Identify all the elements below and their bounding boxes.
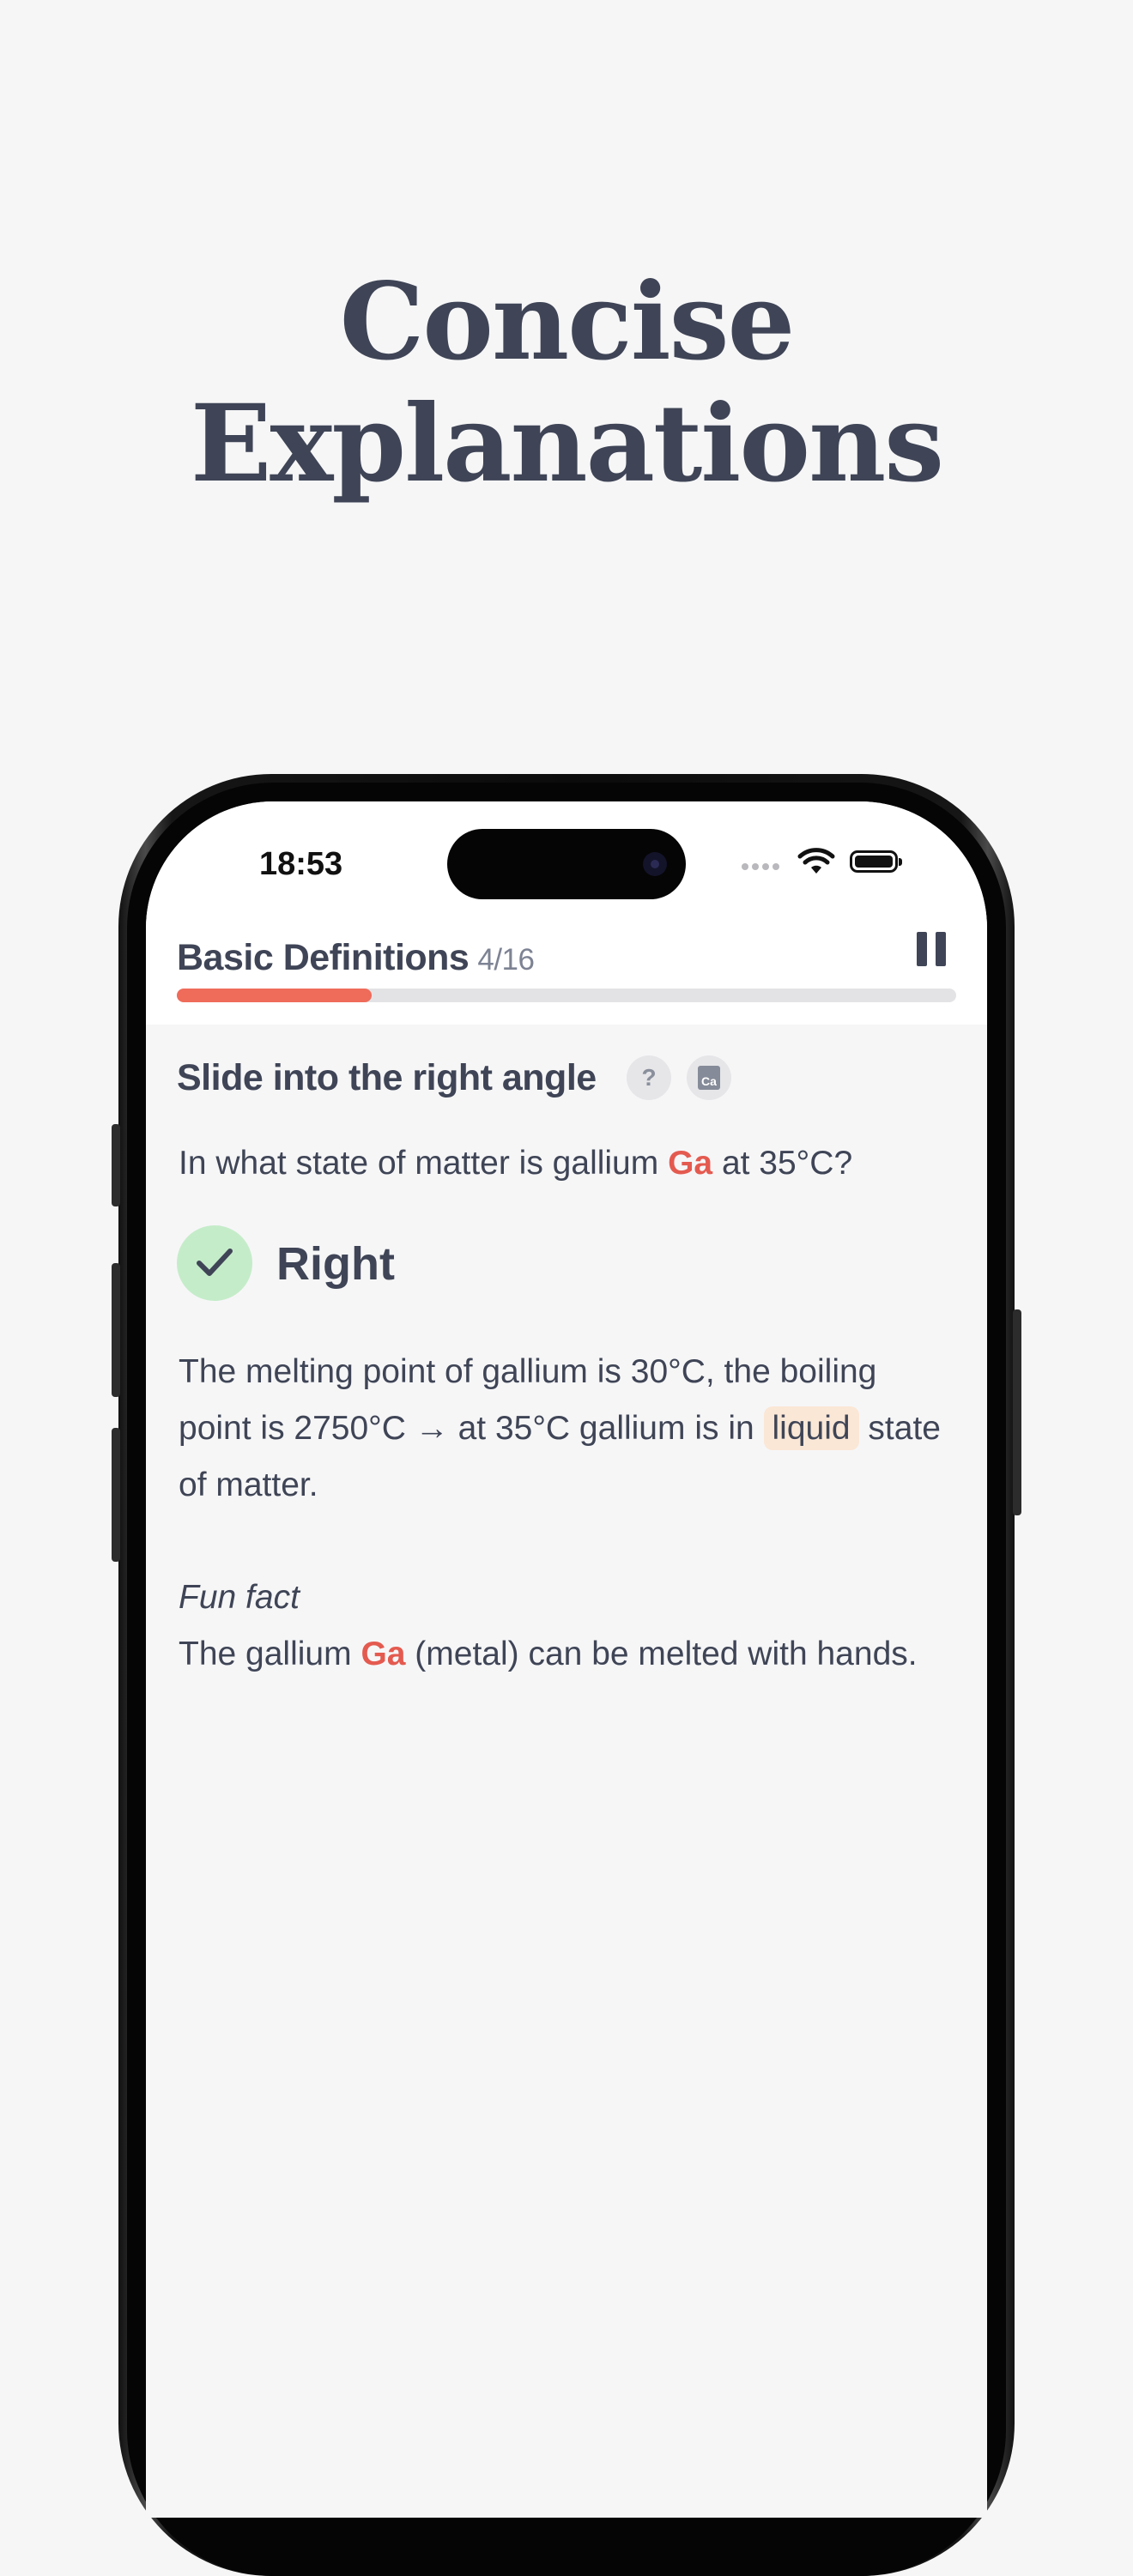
lesson-progress-bar — [177, 989, 956, 1002]
fun-fact-prefix: The gallium — [179, 1636, 361, 1672]
card-title: Slide into the right angle — [177, 1057, 597, 1098]
volume-down-button — [112, 1428, 120, 1562]
dynamic-island — [447, 829, 686, 899]
lesson-step-counter: 4/16 — [477, 943, 535, 977]
result-label: Right — [276, 1238, 395, 1290]
question-text: In what state of matter is gallium Ga at… — [179, 1145, 852, 1182]
action-button — [112, 1124, 120, 1206]
headline-line-1: Concise — [339, 260, 796, 384]
marketing-headline: Concise Explanations — [0, 262, 1133, 505]
element-symbol: Ca — [698, 1066, 720, 1090]
headline-line-2: Explanations — [190, 382, 944, 506]
battery-icon — [850, 850, 902, 873]
element-highlight: Ga — [668, 1145, 713, 1182]
phone-screen: 18:53 Basic Definitions 4/16 Slide into t… — [146, 801, 987, 2518]
fun-fact-text: The gallium Ga (metal) can be melted wit… — [179, 1636, 918, 1673]
signal-icon — [742, 863, 779, 870]
lesson-title: Basic Definitions 4/16 — [177, 937, 535, 979]
element-tile-icon[interactable]: Ca — [687, 1055, 731, 1100]
question-prefix: In what state of matter is gallium — [179, 1145, 669, 1182]
question-suffix: at 35°C? — [712, 1145, 853, 1182]
explanation-text: The melting point of gallium is 30°C, th… — [179, 1344, 951, 1514]
lesson-title-text: Basic Definitions — [177, 937, 470, 978]
pause-icon[interactable] — [915, 932, 948, 966]
power-button — [1013, 1309, 1021, 1515]
lesson-header: Basic Definitions 4/16 — [146, 913, 987, 1025]
checkmark-icon — [177, 1225, 252, 1301]
camera-icon — [643, 852, 667, 876]
help-label: ? — [641, 1064, 657, 1091]
fun-fact-suffix: (metal) can be melted with hands. — [405, 1636, 918, 1672]
fun-fact-element: Ga — [360, 1636, 406, 1672]
status-bar: 18:53 — [146, 801, 987, 913]
volume-up-button — [112, 1263, 120, 1397]
question-mark-icon[interactable]: ? — [627, 1055, 671, 1100]
answer-highlight: liquid — [763, 1406, 859, 1450]
status-time: 18:53 — [259, 846, 343, 882]
wifi-icon — [797, 848, 835, 874]
lesson-progress-fill — [177, 989, 372, 1002]
fun-fact-title: Fun fact — [179, 1579, 300, 1616]
